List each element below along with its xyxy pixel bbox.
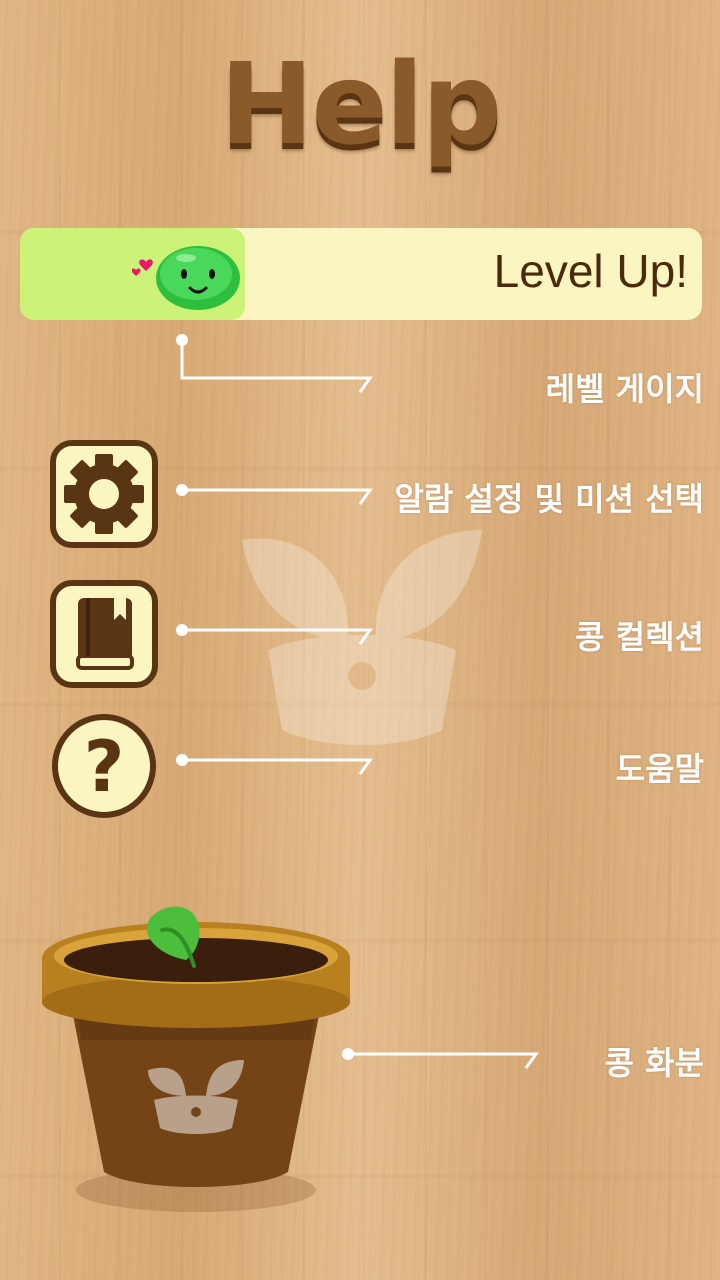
label-level-gauge: 레벨 게이지: [545, 370, 704, 408]
level-gauge[interactable]: Level Up!: [20, 228, 702, 320]
gear-icon: [64, 454, 144, 534]
help-button[interactable]: ?: [52, 714, 156, 818]
book-icon: [76, 598, 134, 670]
bean-pot[interactable]: [36, 900, 356, 1230]
bean-character-icon: [132, 246, 240, 310]
question-mark-icon: ?: [83, 726, 125, 808]
level-gauge-connector: [176, 334, 373, 393]
bean-collection-button[interactable]: [50, 580, 158, 688]
alarm-connector: [176, 484, 373, 505]
label-alarm-mission: 알람 설정 및 미션 선택: [394, 480, 704, 518]
label-bean-collection: 콩 컬렉션: [575, 618, 704, 656]
leaf-logo-watermark-icon: [242, 530, 482, 745]
alarm-settings-button[interactable]: [50, 440, 158, 548]
help-connector: [176, 754, 373, 775]
pot-connector: [342, 1048, 539, 1069]
level-up-text: Level Up!: [493, 245, 688, 297]
label-bean-pot: 콩 화분: [604, 1044, 704, 1082]
label-help: 도움말: [615, 750, 704, 788]
page-title: Help: [219, 40, 502, 170]
